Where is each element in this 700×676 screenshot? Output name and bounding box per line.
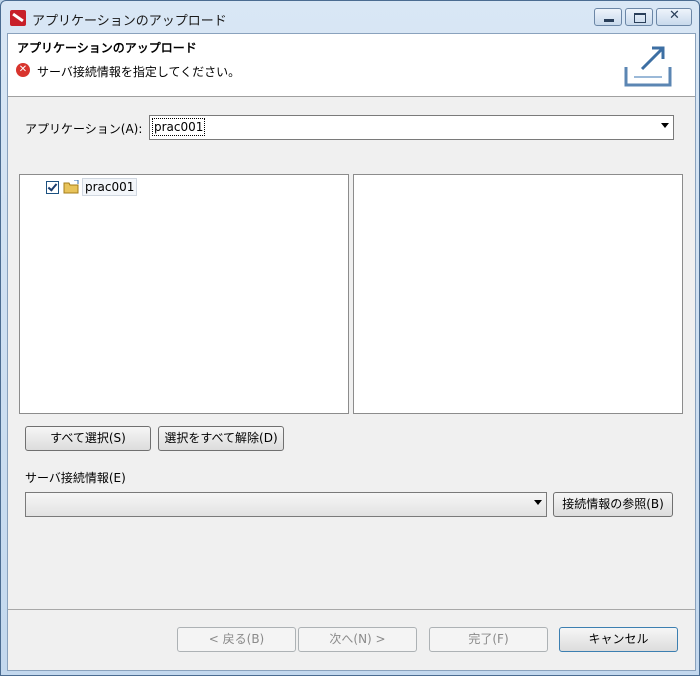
- select-all-button[interactable]: すべて選択(S): [25, 426, 151, 451]
- next-button[interactable]: 次へ(N) >: [298, 627, 417, 652]
- deselect-all-button[interactable]: 選択をすべて解除(D): [158, 426, 284, 451]
- dialog-window: アプリケーションのアップロード ✕ アプリケーションのアップロード ✕ サーバ接…: [0, 0, 700, 676]
- application-selected-value: prac001: [152, 118, 206, 136]
- cancel-button[interactable]: キャンセル: [559, 627, 678, 652]
- dialog-body: アプリケーションのアップロード ✕ サーバ接続情報を指定してください。 アプリケ…: [7, 33, 696, 671]
- close-icon: ✕: [669, 8, 680, 23]
- application-tree[interactable]: prac001: [19, 174, 349, 414]
- browse-connection-button[interactable]: 接続情報の参照(B): [553, 492, 673, 517]
- back-button[interactable]: < 戻る(B): [177, 627, 296, 652]
- app-icon: [10, 10, 26, 26]
- finish-button[interactable]: 完了(F): [429, 627, 548, 652]
- chevron-down-icon: [534, 500, 542, 505]
- chevron-down-icon: [661, 123, 669, 128]
- banner-message: サーバ接続情報を指定してください。: [37, 65, 241, 79]
- file-list-panel[interactable]: [353, 174, 683, 414]
- error-icon: ✕: [16, 63, 30, 77]
- application-label: アプリケーション(A):: [25, 122, 143, 136]
- tree-item-checkbox[interactable]: [46, 181, 59, 194]
- maximize-button[interactable]: [625, 8, 653, 26]
- folder-icon: [63, 180, 79, 194]
- minimize-button[interactable]: [594, 8, 622, 26]
- tree-item-label[interactable]: prac001: [82, 178, 138, 196]
- header-banner: アプリケーションのアップロード ✕ サーバ接続情報を指定してください。: [8, 34, 695, 97]
- server-connection-label: サーバ接続情報(E): [25, 471, 126, 485]
- banner-title: アプリケーションのアップロード: [17, 41, 197, 55]
- footer-separator: [8, 609, 695, 610]
- server-connection-select[interactable]: [25, 492, 547, 517]
- close-button[interactable]: ✕: [656, 8, 692, 26]
- title-bar[interactable]: アプリケーションのアップロード ✕: [1, 1, 699, 33]
- window-title: アプリケーションのアップロード: [32, 14, 227, 29]
- upload-icon: [624, 46, 672, 87]
- application-select[interactable]: prac001: [149, 115, 674, 140]
